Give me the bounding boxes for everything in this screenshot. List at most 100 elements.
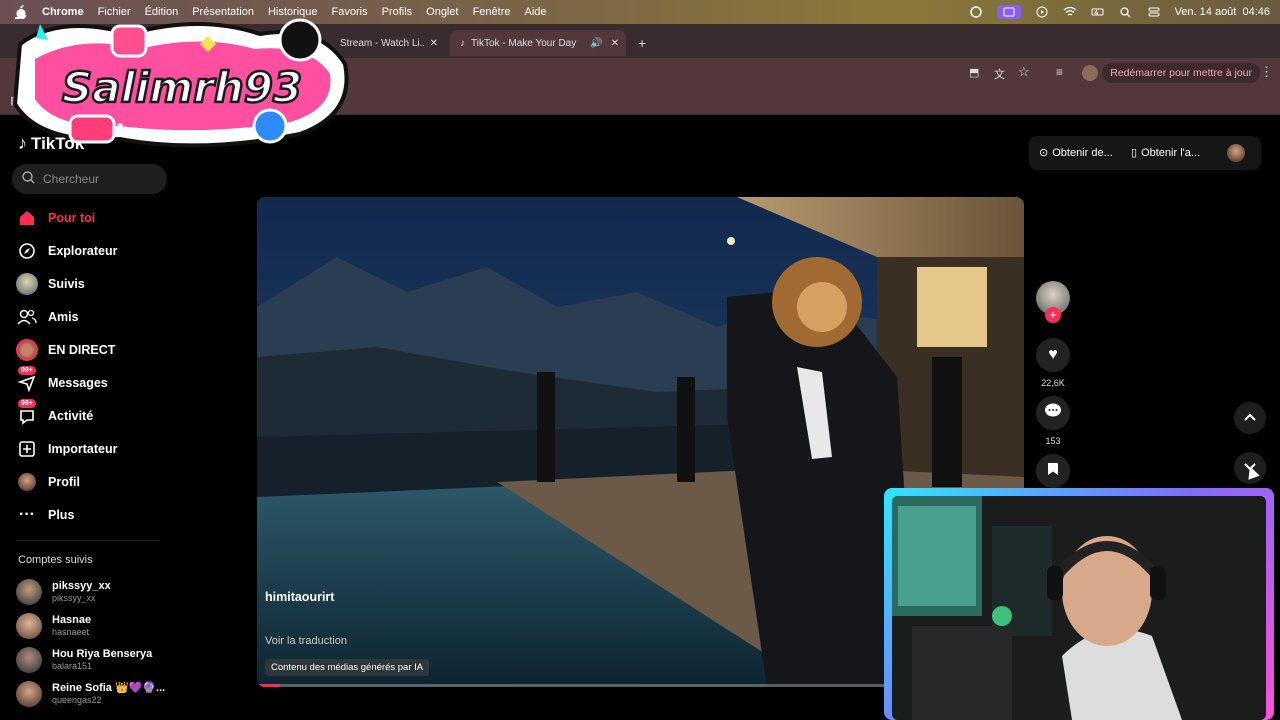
search-icon — [22, 171, 35, 187]
creator-avatar-wrap[interactable]: + — [1036, 281, 1070, 323]
wifi-icon[interactable] — [1063, 5, 1077, 19]
sidebar-item-label: Amis — [48, 310, 79, 324]
streamer-logo-badge: 1 — [116, 122, 126, 138]
account-handle: hasnaeet — [52, 627, 90, 637]
translate-icon[interactable]: 文 — [994, 66, 1005, 82]
chevron-up-icon — [1243, 409, 1257, 427]
streamer-logo-text: Salimrh93 — [62, 63, 302, 112]
sidebar-item-profil[interactable]: Profil — [16, 469, 80, 495]
phone-icon: ▯ — [1131, 147, 1138, 159]
play-icon[interactable] — [1035, 5, 1049, 19]
activity-badge: 99+ — [18, 399, 36, 408]
color-wheel-icon[interactable] — [969, 5, 983, 19]
account-name: pikssyy_xx — [52, 580, 111, 592]
sidebar-item-amis[interactable]: Amis — [16, 304, 79, 330]
close-icon[interactable]: ✕ — [611, 38, 619, 49]
account-handle: queengas22 — [52, 695, 102, 705]
comment-icon — [1044, 403, 1062, 424]
follow-plus-icon[interactable]: + — [1045, 307, 1061, 323]
account-handle: balara151 — [52, 661, 93, 671]
sidebar-item-messages[interactable]: 99+ Messages — [16, 366, 108, 396]
sidebar-item-pour-toi[interactable]: Pour toi — [16, 205, 95, 231]
sidebar-item-label: Explorateur — [48, 244, 118, 258]
following-account[interactable]: pikssyy_xx pikssyy_xx — [16, 577, 111, 607]
control-center-icon[interactable] — [1147, 5, 1161, 19]
tab-title: TikTok - Make Your Day — [471, 37, 577, 49]
activity-icon: 99+ — [16, 399, 38, 427]
get-coins-button[interactable]: ⊙ Obtenir de... — [1039, 146, 1113, 160]
search-placeholder: Chercheur — [43, 172, 100, 186]
sidebar-item-label: EN DIRECT — [48, 343, 116, 357]
restart-update-button[interactable]: Redémarrer pour mettre à jour — [1102, 63, 1260, 83]
tab-tiktok[interactable]: ♪ TikTok - Make Your Day 🔊 ✕ — [450, 30, 626, 56]
account-handle: pikssyy_xx — [52, 593, 96, 603]
search-spotlight-icon[interactable] — [1119, 5, 1133, 19]
close-icon[interactable]: ✕ — [430, 38, 438, 49]
menu-fenetre[interactable]: Fenêtre — [473, 6, 511, 18]
sidebar-item-plus[interactable]: ··· Plus — [16, 502, 74, 528]
save-group — [1036, 454, 1070, 488]
sidebar-divider — [16, 540, 160, 541]
messages-icon: 99+ — [16, 366, 38, 394]
sidebar-item-label: Activité — [48, 409, 94, 423]
upload-icon — [16, 438, 38, 460]
speaker-icon[interactable]: 🔊 — [590, 38, 602, 49]
clock[interactable]: Ven. 14 août 04:46 — [1175, 6, 1270, 18]
live-icon — [16, 339, 38, 361]
install-icon[interactable]: ⬒ — [969, 66, 979, 79]
tiktok-favicon-icon: ♪ — [460, 37, 465, 49]
streamer-logo: Salimrh93 1 — [0, 4, 360, 164]
screen-record-icon[interactable] — [996, 5, 1021, 19]
bookmark-button[interactable] — [1036, 454, 1070, 488]
sidebar-item-label: Pour toi — [48, 211, 96, 225]
sidebar-item-label: Suivis — [48, 277, 85, 291]
get-app-button[interactable]: ▯ Obtenir l'a... — [1131, 146, 1200, 160]
following-avatar-icon — [16, 273, 38, 295]
menu-profils[interactable]: Profils — [382, 6, 413, 18]
like-button[interactable]: ♥ — [1036, 338, 1070, 372]
sidebar-item-label: Plus — [48, 508, 75, 522]
sidebar-item-label: Profil — [48, 475, 80, 489]
see-translation-link[interactable]: Voir la traduction — [265, 635, 347, 647]
battery-icon[interactable] — [1091, 5, 1105, 19]
user-avatar[interactable] — [1227, 144, 1245, 162]
video-author[interactable]: himitaourirt — [265, 590, 334, 604]
profile-avatar-icon[interactable] — [1082, 65, 1098, 81]
previous-video-button[interactable] — [1234, 402, 1266, 434]
avatar — [16, 681, 42, 707]
webcam-overlay — [884, 488, 1274, 720]
avatar — [16, 647, 42, 673]
avatar — [16, 613, 42, 639]
following-account[interactable]: Reine Sofia 👑💜🔮... queengas22 — [16, 679, 165, 709]
video-progress-fill — [257, 684, 280, 687]
menu-onglet[interactable]: Onglet — [426, 6, 458, 18]
sidebar: ♪ TikTok Chercheur Pour toi Explorateur … — [0, 115, 175, 720]
star-icon[interactable]: ☆ — [1018, 64, 1030, 80]
new-tab-button[interactable]: + — [628, 30, 654, 56]
get-coins-label: Obtenir de... — [1052, 146, 1113, 159]
webcam-feed — [892, 496, 1266, 720]
menu-aide[interactable]: Aide — [524, 6, 546, 18]
comment-button[interactable] — [1036, 396, 1070, 430]
sidebar-item-explorateur[interactable]: Explorateur — [16, 238, 117, 264]
account-name: Hou Riya Benserya — [52, 648, 153, 660]
reading-list-icon[interactable]: ≡ — [1056, 65, 1063, 79]
sidebar-item-label: Importateur — [48, 442, 118, 456]
sidebar-item-importateur[interactable]: Importateur — [16, 436, 117, 462]
following-account[interactable]: Hasnae hasnaeet — [16, 611, 91, 641]
sidebar-item-suivis[interactable]: Suivis — [16, 271, 85, 297]
more-icon: ··· — [19, 506, 35, 523]
comment-group: 153 — [1036, 396, 1070, 446]
top-actions-bar: ⊙ Obtenir de... ▯ Obtenir l'a... — [1029, 136, 1261, 170]
profile-avatar-icon — [16, 471, 38, 493]
sidebar-item-en-direct[interactable]: EN DIRECT — [16, 337, 115, 363]
coin-icon: ⊙ — [1039, 147, 1049, 159]
menu-kebab-icon[interactable]: ⋮ — [1260, 64, 1273, 80]
sidebar-item-activite[interactable]: 99+ Activité — [16, 399, 94, 429]
like-count: 22,6K — [1041, 378, 1065, 388]
following-account[interactable]: Hou Riya Benserya balara151 — [16, 645, 152, 675]
search-input[interactable]: Chercheur — [12, 164, 167, 194]
following-accounts-title: Comptes suivis — [18, 554, 93, 566]
account-name: Reine Sofia 👑💜🔮... — [52, 682, 166, 694]
ai-generated-label: Contenu des médias générés par IA — [265, 659, 430, 676]
